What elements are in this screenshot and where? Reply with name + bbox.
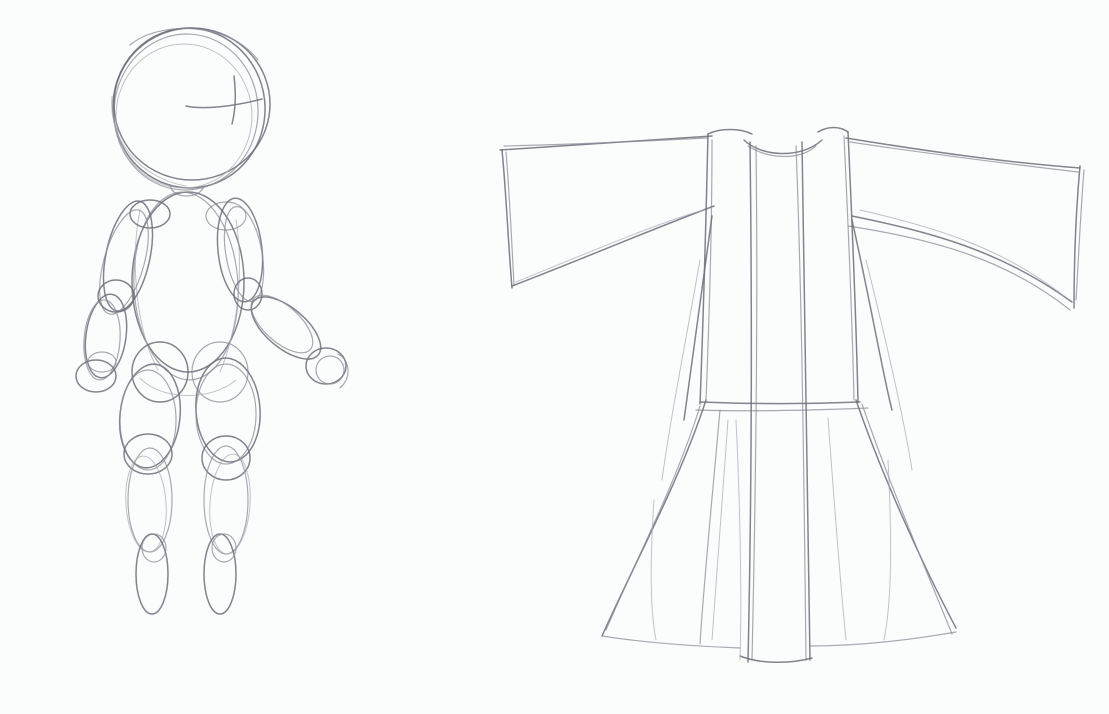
sketch-sheet xyxy=(0,0,1109,714)
paper-background xyxy=(0,0,1109,714)
pencil-sketch-canvas xyxy=(0,0,1109,714)
